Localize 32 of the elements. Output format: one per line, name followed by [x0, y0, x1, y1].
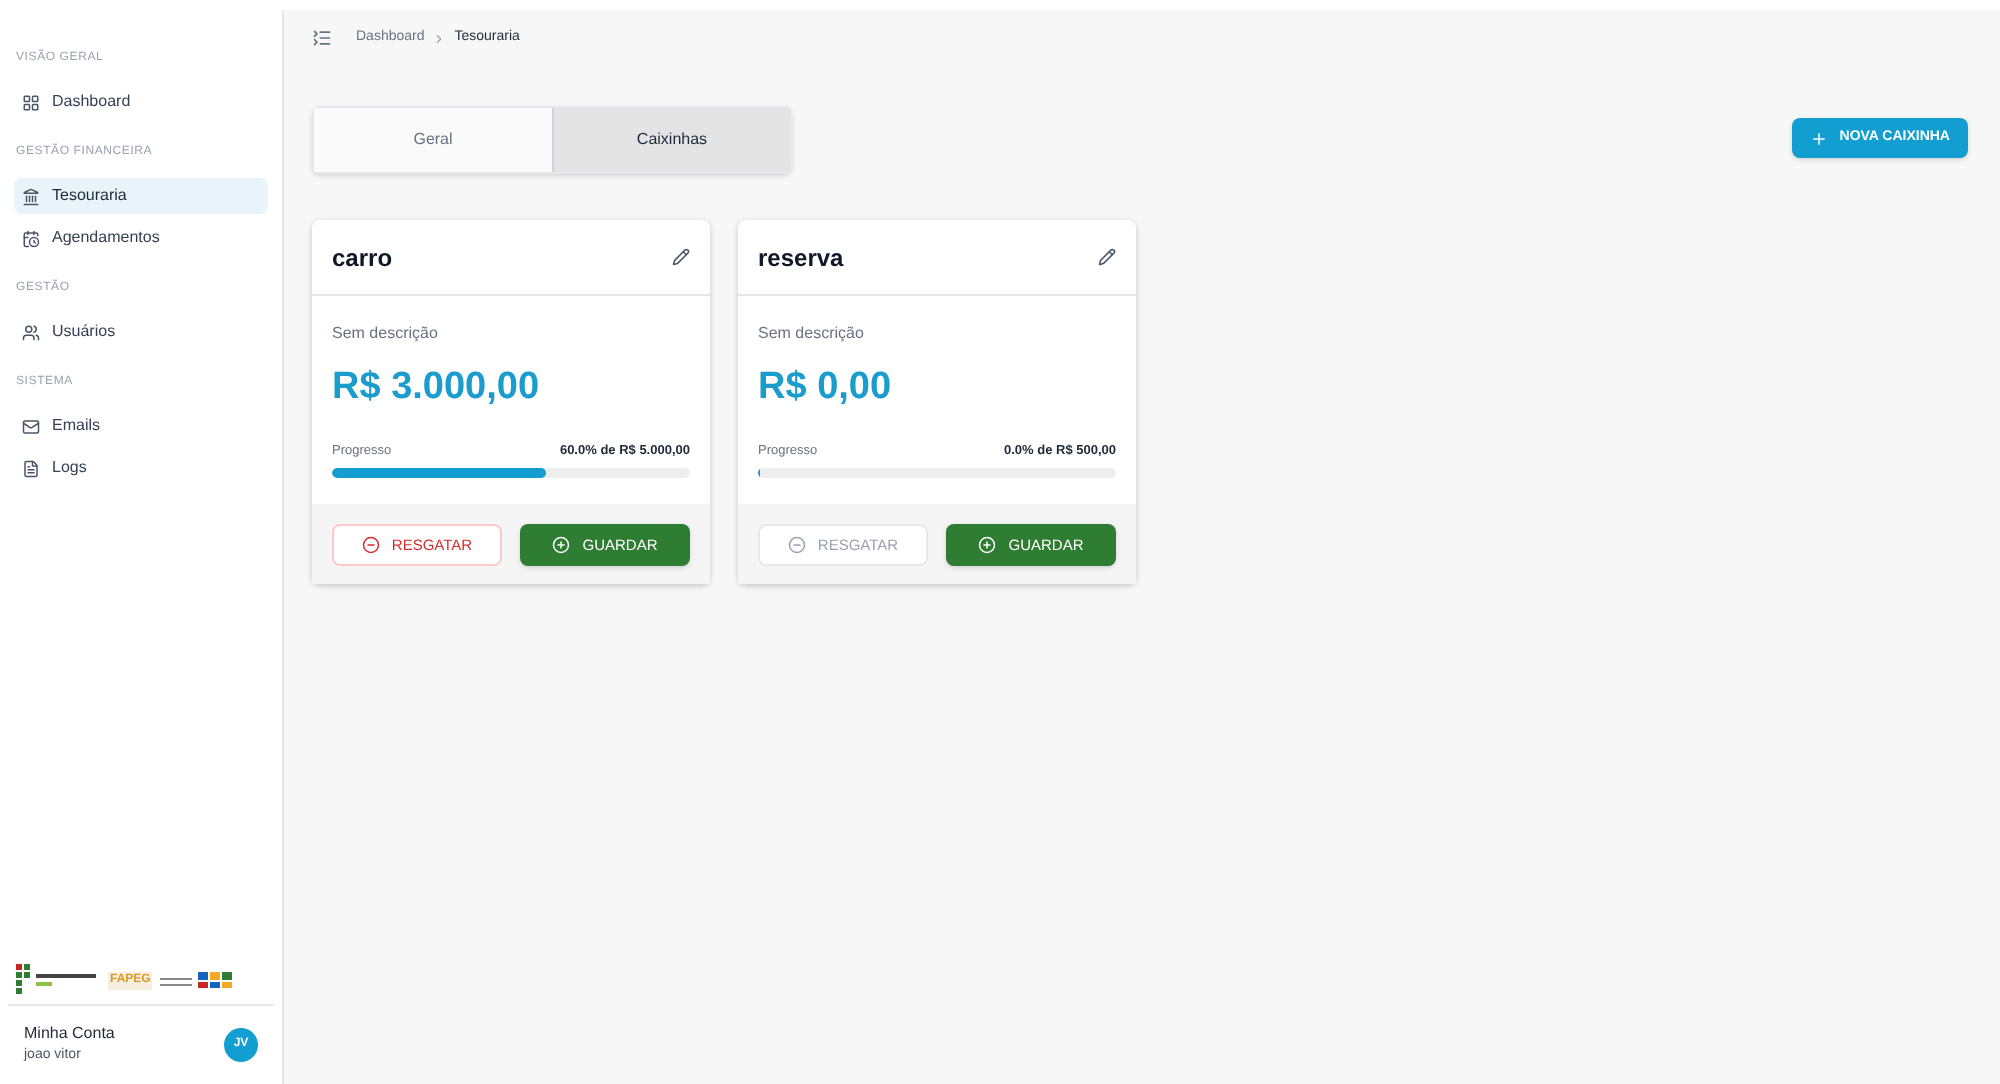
- sidebar-item[interactable]: Dashboard: [14, 84, 268, 120]
- bank-icon: [22, 187, 40, 205]
- plus-circle-icon: [978, 535, 997, 554]
- dashboard-icon: [22, 93, 40, 111]
- card-title: reserva: [758, 241, 844, 275]
- file-icon: [22, 459, 40, 477]
- chevron-icon: [432, 31, 447, 45]
- card-title: carro: [332, 241, 393, 275]
- account-title: Minha Conta: [24, 1022, 115, 1047]
- plus-icon: [1809, 129, 1828, 147]
- minus-circle-icon: [361, 535, 380, 554]
- users-icon: [22, 323, 40, 341]
- logo-drawing: [16, 964, 100, 996]
- tab[interactable]: Geral: [314, 108, 552, 172]
- sidebar-item[interactable]: Emails: [14, 408, 268, 444]
- plus-circle-icon: [552, 535, 571, 554]
- sidebar-item[interactable]: Logs: [14, 450, 268, 486]
- edit-icon[interactable]: [672, 248, 690, 266]
- menu-icon[interactable]: [312, 28, 332, 48]
- sidebar-item[interactable]: Tesouraria: [14, 178, 268, 214]
- tab[interactable]: Caixinhas: [552, 108, 790, 172]
- card-description: Sem descrição: [758, 322, 866, 346]
- minus-circle-icon: [787, 535, 806, 554]
- amount: R$ 3.000,00: [332, 364, 542, 412]
- edit-icon[interactable]: [1098, 248, 1116, 266]
- sidebar-item[interactable]: Agendamentos: [14, 220, 268, 256]
- sidebar-item[interactable]: Usuários: [14, 314, 268, 350]
- calendar-icon: [22, 229, 40, 247]
- card-description: Sem descrição: [332, 322, 440, 346]
- mail-icon: [22, 417, 40, 435]
- amount: R$ 0,00: [758, 364, 894, 412]
- logo-drawing: [160, 970, 237, 990]
